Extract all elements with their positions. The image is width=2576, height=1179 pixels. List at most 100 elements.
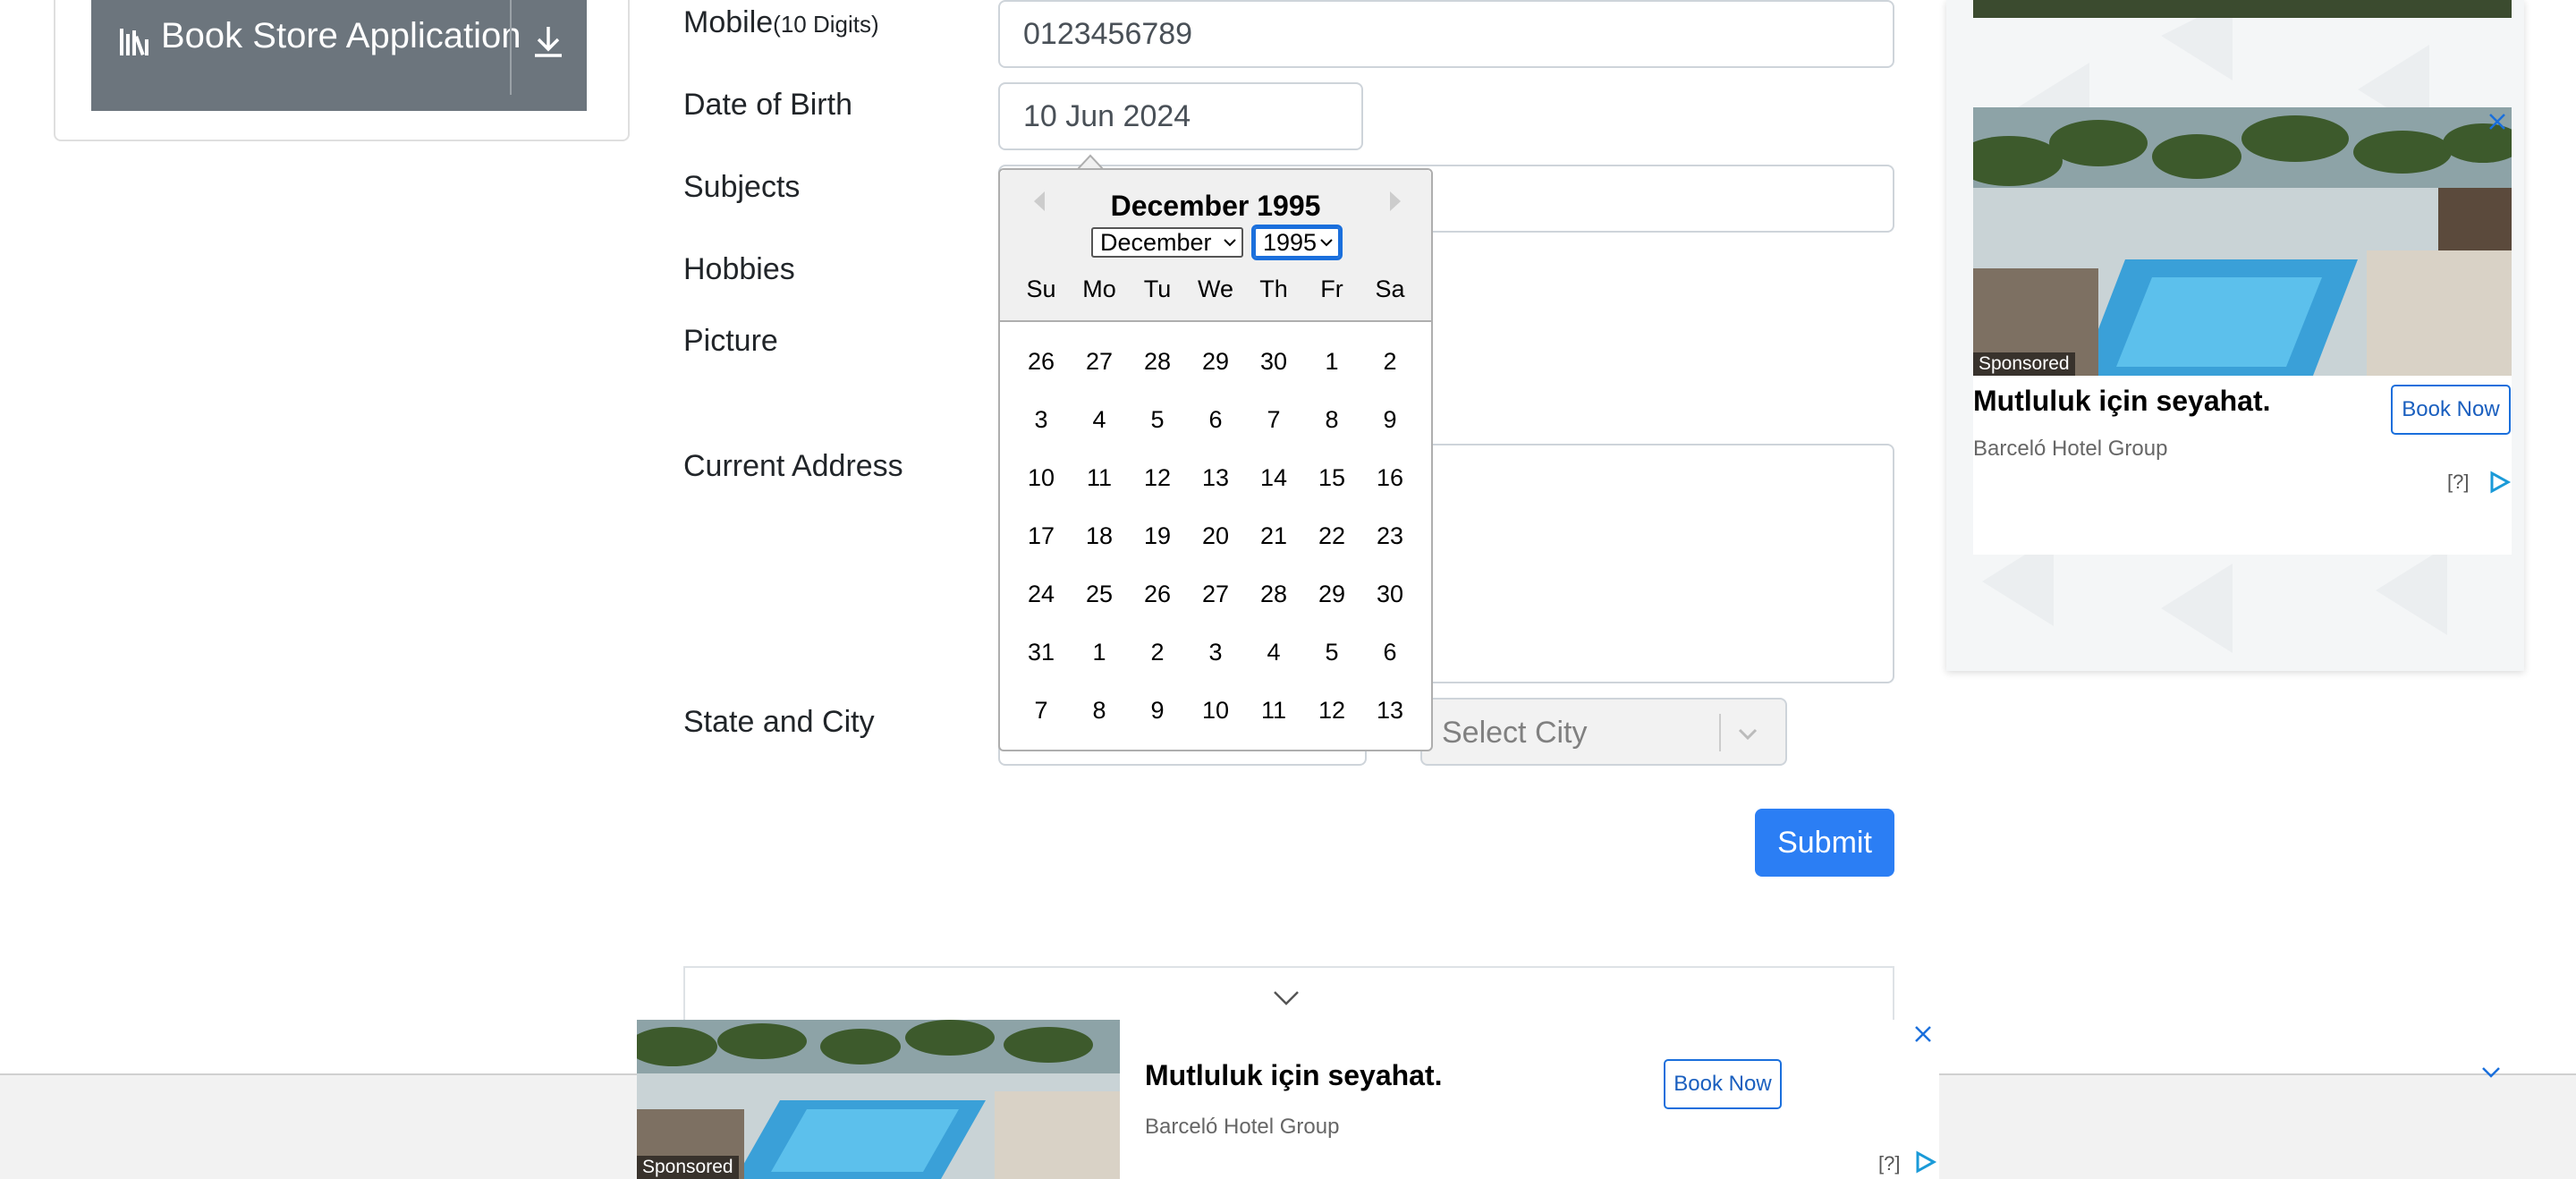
next-month-icon[interactable] [1381,188,1408,215]
day-cell[interactable]: 23 [1363,513,1417,559]
ad-advertiser: Barceló Hotel Group [1973,437,2168,461]
day-cell[interactable]: 19 [1131,513,1184,559]
day-cell[interactable]: 18 [1072,513,1126,559]
day-cell[interactable]: 15 [1305,454,1359,501]
close-icon[interactable] [1912,1023,1934,1045]
day-cell[interactable]: 9 [1131,687,1184,734]
day-cell[interactable]: 11 [1247,687,1301,734]
select-city-placeholder: Select City [1442,716,1588,750]
datepicker-header: December 1995 December 1995 Su Mo Tu We Th Fr… [1000,170,1431,322]
ad-info-link[interactable]: [?] [1878,1152,1900,1175]
day-cell[interactable]: 3 [1189,629,1242,675]
datepicker-popup: December 1995 December 1995 Su Mo Tu We Th Fr… [998,168,1433,751]
day-cell[interactable]: 13 [1189,454,1242,501]
menu-separator [510,0,512,95]
day-cell[interactable]: 6 [1363,629,1417,675]
chevron-down-icon [1224,239,1236,247]
submit-button[interactable]: Submit [1755,809,1894,877]
day-name: Tu [1143,276,1172,302]
adchoices-icon[interactable] [1914,1150,1937,1174]
menu-item-book-store[interactable]: Book Store Application [91,0,587,111]
hotel-pool-photo [1973,107,2512,376]
year-select[interactable]: 1995 [1251,225,1343,260]
day-cell[interactable]: 10 [1014,454,1068,501]
menu-item-label: Book Store Application [161,16,521,55]
day-cell[interactable]: 12 [1305,687,1359,734]
day-cell[interactable]: 9 [1363,396,1417,443]
day-cell[interactable]: 26 [1131,571,1184,617]
mobile-label: Mobile(10 Digits) [683,5,879,39]
day-cell[interactable]: 7 [1014,687,1068,734]
current-address-label: Current Address [683,449,903,483]
day-cell[interactable]: 12 [1131,454,1184,501]
day-cell[interactable]: 29 [1305,571,1359,617]
day-cell[interactable]: 8 [1305,396,1359,443]
day-cell[interactable]: 6 [1189,396,1242,443]
day-cell[interactable]: 28 [1131,338,1184,385]
day-cell[interactable]: 3 [1014,396,1068,443]
library-icon [120,29,148,56]
ad-sponsored-label: Sponsored [1973,352,2075,376]
ad-title[interactable]: Mutluluk için seyahat. [1973,385,2271,418]
day-cell[interactable]: 21 [1247,513,1301,559]
chevron-down-icon[interactable] [1272,988,1301,1009]
day-cell[interactable]: 16 [1363,454,1417,501]
download-icon[interactable] [528,21,569,63]
mobile-input[interactable]: 0123456789 [998,0,1894,68]
day-cell[interactable]: 30 [1363,571,1417,617]
ad-sponsored-label: Sponsored [637,1156,739,1179]
day-cell[interactable]: 22 [1305,513,1359,559]
book-now-button[interactable]: Book Now [2391,385,2511,435]
ad-right-card[interactable]: Sponsored Mutluluk için seyahat. Book No… [1973,107,2512,555]
day-cell[interactable]: 4 [1247,629,1301,675]
close-icon[interactable] [2487,111,2508,132]
chevron-down-icon [1320,239,1333,247]
day-cell[interactable]: 13 [1363,687,1417,734]
day-cell[interactable]: 2 [1363,338,1417,385]
month-select[interactable]: December [1091,227,1243,258]
day-cell[interactable]: 27 [1189,571,1242,617]
ad-advertiser: Barceló Hotel Group [1145,1115,1340,1139]
day-cell[interactable]: 30 [1247,338,1301,385]
day-cell[interactable]: 1 [1305,338,1359,385]
day-cell[interactable]: 27 [1072,338,1126,385]
day-cell[interactable]: 24 [1014,571,1068,617]
datepicker-current-month: December 1995 [1110,190,1321,222]
day-cell[interactable]: 1 [1072,629,1126,675]
subjects-label: Subjects [683,170,801,204]
ad-top-stripe [1973,0,2512,18]
day-cell[interactable]: 10 [1189,687,1242,734]
day-cell[interactable]: 5 [1305,629,1359,675]
select-city[interactable]: Select City [1420,698,1787,766]
day-cell[interactable]: 7 [1247,396,1301,443]
day-cell[interactable]: 31 [1014,629,1068,675]
day-name: Mo [1082,276,1116,302]
day-cell[interactable]: 17 [1014,513,1068,559]
ad-info-link[interactable]: [?] [2447,471,2469,494]
year-select-value: 1995 [1263,228,1318,256]
day-name: Su [1026,276,1056,302]
day-cell[interactable]: 25 [1072,571,1126,617]
adchoices-icon[interactable] [2488,471,2512,494]
day-name: We [1197,276,1233,302]
book-now-button[interactable]: Book Now [1664,1059,1782,1109]
ad-hotel-image[interactable]: Sponsored [637,1020,1120,1179]
ad-hotel-image[interactable]: Sponsored [1973,107,2512,376]
day-cell[interactable]: 5 [1131,396,1184,443]
date-of-birth-input[interactable]: 10 Jun 2024 [998,82,1363,150]
day-cell[interactable]: 11 [1072,454,1126,501]
day-name: Fr [1320,276,1343,302]
ad-title[interactable]: Mutluluk için seyahat. [1145,1059,1443,1092]
day-cell[interactable]: 8 [1072,687,1126,734]
chevron-down-icon[interactable] [2481,1066,2501,1079]
day-cell[interactable]: 26 [1014,338,1068,385]
ad-bottom-banner[interactable]: Sponsored Mutluluk için seyahat. Book No… [637,1020,1939,1179]
day-cell[interactable]: 14 [1247,454,1301,501]
day-cell[interactable]: 4 [1072,396,1126,443]
day-cell[interactable]: 29 [1189,338,1242,385]
day-cell[interactable]: 28 [1247,571,1301,617]
day-cell[interactable]: 2 [1131,629,1184,675]
day-name: Th [1259,276,1288,302]
picture-label: Picture [683,324,778,358]
day-cell[interactable]: 20 [1189,513,1242,559]
